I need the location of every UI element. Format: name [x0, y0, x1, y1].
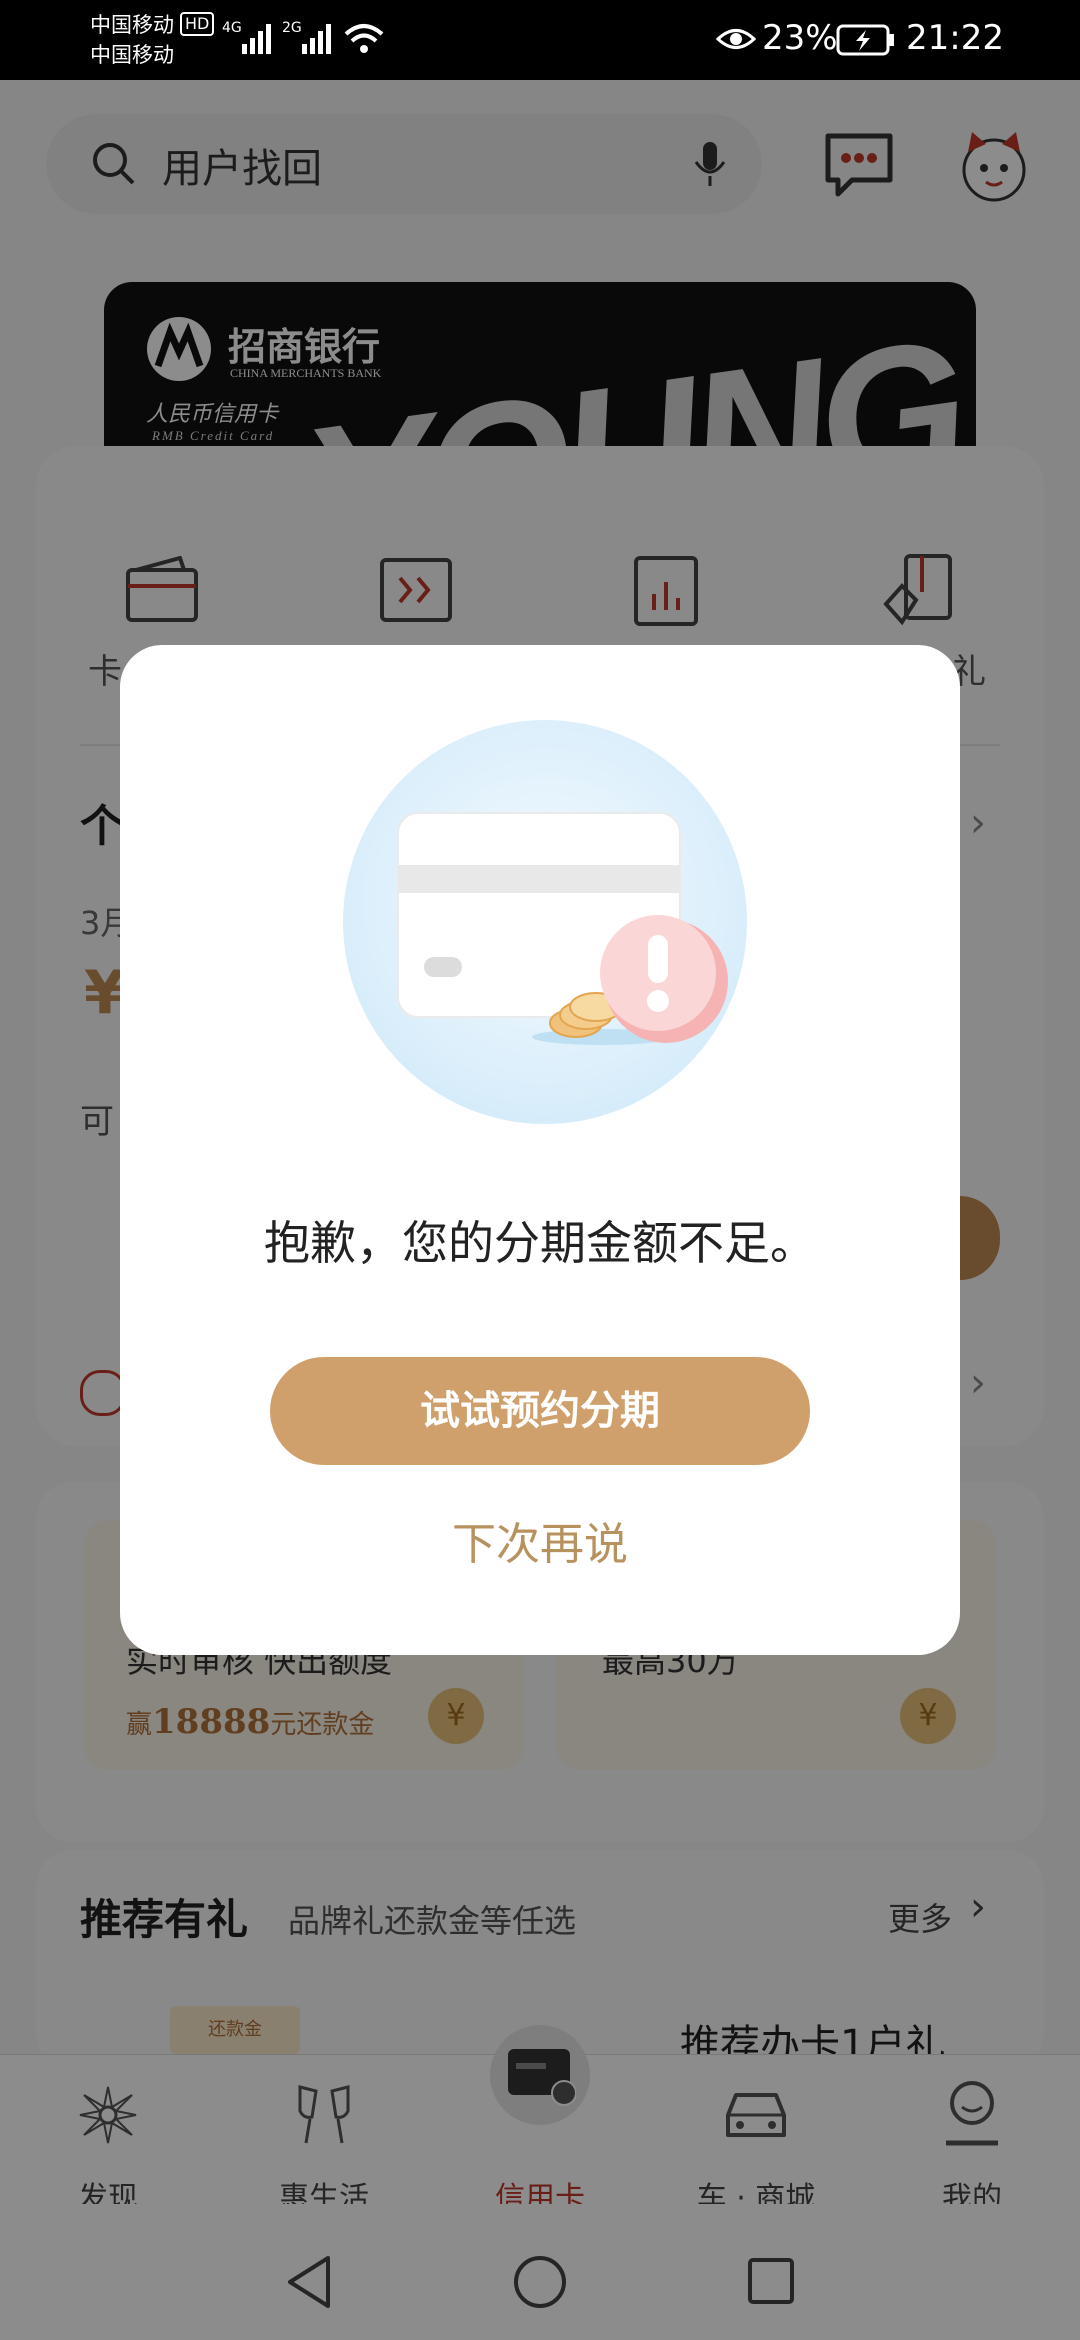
wifi-icon [344, 24, 384, 53]
hd-badge: HD [180, 12, 215, 36]
signal-icon-2 [302, 24, 331, 54]
try-reserve-installment-button[interactable]: 试试预约分期 [270, 1357, 810, 1465]
dialog-message: 抱歉，您的分期金额不足。 [264, 1216, 816, 1270]
carrier-2: 中国移动 [90, 43, 174, 67]
eye-icon [716, 29, 756, 49]
status-bar: 中国移动 HD 中国移动 4G 2G 23% 21:22 [0, 0, 1080, 80]
battery-percent: 23% [762, 18, 838, 58]
network-4g: 4G [222, 20, 242, 36]
card-warning-illustration-icon [343, 720, 747, 1124]
carrier-1: 中国移动 [90, 13, 174, 37]
maybe-later-button[interactable]: 下次再说 [270, 1505, 810, 1585]
network-2g: 2G [282, 20, 302, 36]
insufficient-installment-dialog: 抱歉，您的分期金额不足。 试试预约分期 下次再说 [120, 645, 960, 1655]
clock: 21:22 [906, 18, 1004, 58]
battery-charging-icon [836, 24, 894, 56]
signal-icon [242, 24, 271, 54]
